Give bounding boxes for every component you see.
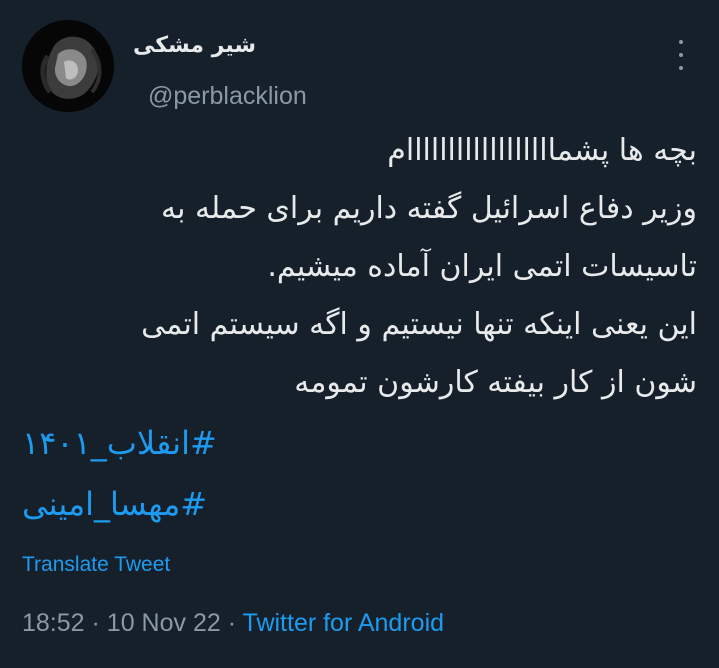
avatar[interactable]: [22, 20, 114, 112]
tweet-meta: 18:52 · 10 Nov 22 · Twitter for Android: [22, 609, 444, 638]
tweet-text-line: این یعنی اینکه تنها نیستیم و اگه سیستم ا…: [141, 307, 697, 342]
hashtag-link[interactable]: #انقلاب_۱۴۰۱: [22, 424, 217, 462]
meta-separator: ·: [91, 609, 100, 637]
author-handle[interactable]: @perblacklion: [148, 82, 307, 111]
author-display-name[interactable]: شیر مشکی: [133, 33, 256, 58]
tweet-date[interactable]: 10 Nov 22: [107, 609, 221, 637]
hashtag-link[interactable]: #مهسا_امینی: [22, 485, 207, 523]
more-dot: [679, 53, 683, 57]
more-dot: [679, 66, 683, 70]
more-dot: [679, 40, 683, 44]
tweet-text: بچه ها پشماااااااااااااااااام وزیر دفاع …: [17, 122, 697, 412]
tweet-text-line: وزیر دفاع اسرائیل گفته داریم برای حمله ب…: [160, 191, 697, 226]
translate-tweet-link[interactable]: Translate Tweet: [22, 553, 170, 577]
lion-avatar-image: [22, 20, 114, 112]
tweet-source-link[interactable]: Twitter for Android: [243, 609, 444, 637]
more-vertical-icon[interactable]: [671, 40, 691, 70]
tweet-text-line: شون از کار بیفته کارشون تمومه: [294, 365, 697, 400]
tweet-text-line: بچه ها پشماااااااااااااااااام: [387, 133, 697, 168]
meta-separator: ·: [227, 609, 237, 637]
tweet-text-line: تاسیسات اتمی ایران آماده میشیم.: [267, 249, 697, 284]
tweet-time[interactable]: 18:52: [22, 609, 85, 637]
